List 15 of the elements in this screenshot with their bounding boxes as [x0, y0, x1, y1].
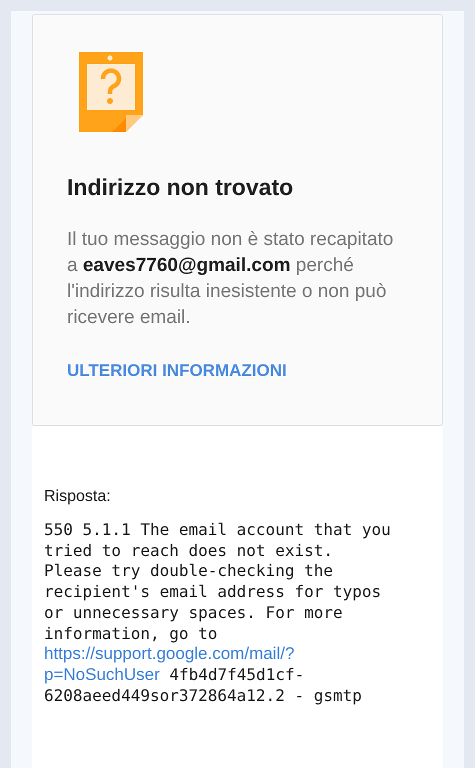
message-text: Il tuo messaggio non è stato recapitato a eaves7760@gmail.com perché l'indirizzo risulta inesistente o non può ricevere email. [67, 228, 394, 330]
response-text: 4fb4d7f45d1cf- [169, 664, 304, 686]
support-link[interactable]: p=NoSuchUser [44, 664, 160, 686]
card-title: Indirizzo non trovato [67, 174, 294, 201]
response-text: tried to reach does not exist. [44, 540, 333, 562]
response-label: Risposta: [44, 488, 112, 506]
response-text: or unnecessary spaces. For more [44, 602, 343, 624]
response-text: information, go to [44, 624, 218, 644]
more-info-link[interactable]: ULTERIORI INFORMAZIONI [67, 361, 287, 381]
support-link[interactable]: https://support.google.com/mail/? [44, 644, 294, 665]
question-note-icon [79, 52, 143, 132]
response-text: 6208aeed449sor372864a12.2 - gsmtp [44, 686, 362, 706]
response-text: 550 5.1.1 The email account that you [44, 520, 391, 541]
response-text: Please try double-checking the [44, 561, 333, 582]
response-text: recipient's email address for typos [44, 582, 382, 603]
